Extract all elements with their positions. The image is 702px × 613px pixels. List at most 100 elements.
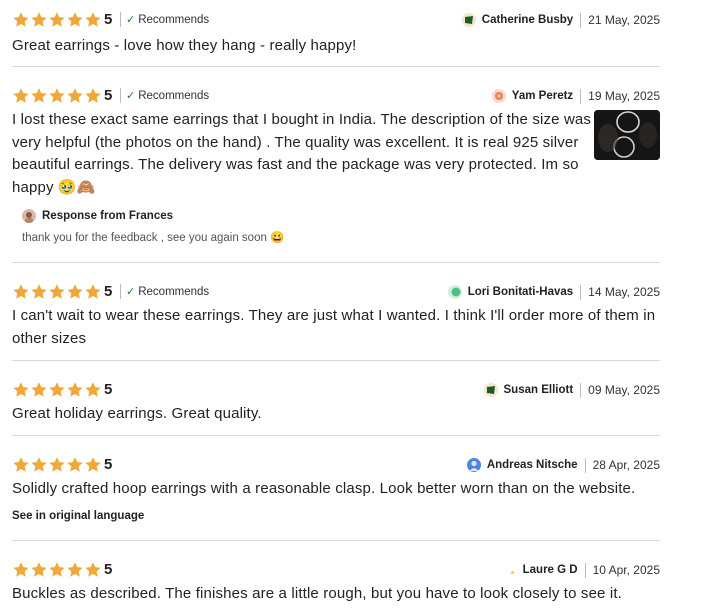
leaf-icon [464, 16, 473, 24]
review-text: I lost these exact same earrings that I … [12, 111, 592, 196]
review-header: 5 ✓ Recommends Catherine Busby 21 May, 20… [12, 10, 660, 32]
reviewer-name[interactable]: Susan Elliott [504, 384, 574, 396]
rating-number: 5 [104, 87, 113, 104]
separator [584, 562, 586, 578]
star-icon [48, 87, 66, 105]
moon-icon [505, 565, 514, 575]
star-icon [12, 87, 30, 105]
reviewer-avatar[interactable] [491, 89, 506, 103]
review-date: 14 May, 2025 [588, 285, 660, 299]
review-date: 19 May, 2025 [588, 89, 660, 103]
separator [580, 88, 582, 104]
star-icon [12, 561, 30, 579]
divider [12, 435, 660, 436]
star-rating [12, 456, 101, 476]
flower-icon [494, 92, 503, 100]
review-header: 5 Susan Elliott 09 May, 2025 [12, 380, 660, 402]
seller-avatar [22, 209, 36, 223]
review-text: Great holiday earrings. Great quality. [12, 405, 262, 422]
green-icon [451, 287, 461, 297]
review-date: 28 Apr, 2025 [592, 458, 660, 472]
star-icon [12, 11, 30, 29]
person-icon [469, 460, 479, 471]
divider [12, 540, 660, 541]
divider [12, 66, 660, 67]
check-icon: ✓ [126, 90, 136, 102]
check-icon: ✓ [126, 14, 136, 26]
reviewer-name[interactable]: Catherine Busby [482, 14, 573, 26]
rating-number: 5 [104, 381, 113, 398]
divider [12, 262, 660, 263]
divider [12, 360, 660, 361]
separator [120, 12, 121, 27]
review-header: 5 Laure G D 10 Apr, 2025 [12, 560, 660, 582]
reviewer-avatar[interactable] [461, 13, 476, 27]
separator [120, 88, 121, 103]
check-icon: ✓ [126, 286, 136, 298]
recommends-badge: ✓ Recommends [126, 286, 210, 298]
review-text: Solidly crafted hoop earrings with a rea… [12, 480, 636, 497]
separator [580, 382, 582, 398]
star-icon [30, 283, 48, 301]
reviewer-meta: Catherine Busby 21 May, 2025 [461, 10, 660, 30]
rating-number: 5 [104, 283, 113, 300]
leaf-icon [486, 386, 495, 394]
reviewer-avatar[interactable] [447, 285, 462, 299]
separator [580, 12, 582, 28]
star-icon [30, 87, 48, 105]
review-text: I can't wait to wear these earrings. The… [12, 307, 656, 347]
star-icon [30, 381, 48, 399]
rating-number: 5 [104, 456, 113, 473]
reviewer-avatar[interactable] [502, 563, 517, 577]
review-text: Great earrings - love how they hang - re… [12, 37, 357, 54]
star-icon [66, 456, 84, 474]
separator [580, 284, 582, 300]
hoop-earrings-photo[interactable] [594, 110, 660, 160]
review-date: 10 Apr, 2025 [592, 563, 660, 577]
earrings-image [594, 110, 660, 160]
star-icon [30, 456, 48, 474]
star-icon [30, 561, 48, 579]
star-icon [84, 456, 102, 474]
star-icon [12, 381, 30, 399]
separator [584, 457, 586, 473]
star-icon [84, 283, 102, 301]
star-icon [66, 11, 84, 29]
star-icon [66, 283, 84, 301]
star-rating [12, 11, 101, 31]
star-icon [66, 381, 84, 399]
seller-response-label: Response from Frances [42, 210, 174, 222]
reviewer-avatar[interactable] [483, 383, 498, 397]
star-icon [84, 561, 102, 579]
recommends-badge: ✓ Recommends [126, 14, 210, 26]
reviewer-avatar[interactable] [466, 458, 481, 472]
star-icon [48, 561, 66, 579]
star-rating [12, 87, 101, 107]
recommends-badge: ✓ Recommends [126, 90, 210, 102]
reviewer-name[interactable]: Yam Peretz [512, 90, 573, 102]
reviewer-name[interactable]: Lori Bonitati-Havas [468, 286, 573, 298]
reviewer-name[interactable]: Andreas Nitsche [487, 459, 578, 471]
star-icon [84, 87, 102, 105]
review-header: 5 ✓ Recommends Yam Peretz 19 May, 2025 [12, 86, 660, 108]
star-rating [12, 283, 101, 303]
reviewer-name[interactable]: Laure G D [523, 564, 578, 576]
star-icon [84, 11, 102, 29]
reviewer-meta: Lori Bonitati-Havas 14 May, 2025 [447, 282, 660, 302]
star-rating [12, 381, 101, 401]
review-date: 21 May, 2025 [588, 13, 660, 27]
review-header: 5 Andreas Nitsche 28 Apr, 2025 [12, 455, 660, 477]
star-icon [30, 11, 48, 29]
star-icon [48, 283, 66, 301]
reviewer-meta: Susan Elliott 09 May, 2025 [483, 380, 660, 400]
translate-link[interactable]: See in original language [12, 510, 144, 522]
seller-response-header: Response from Frances [22, 209, 173, 223]
star-icon [48, 456, 66, 474]
reviewer-meta: Andreas Nitsche 28 Apr, 2025 [466, 455, 660, 475]
star-icon [66, 561, 84, 579]
reviewer-meta: Yam Peretz 19 May, 2025 [491, 86, 660, 106]
rating-number: 5 [104, 11, 113, 28]
star-icon [12, 456, 30, 474]
star-icon [48, 11, 66, 29]
separator [120, 284, 121, 299]
